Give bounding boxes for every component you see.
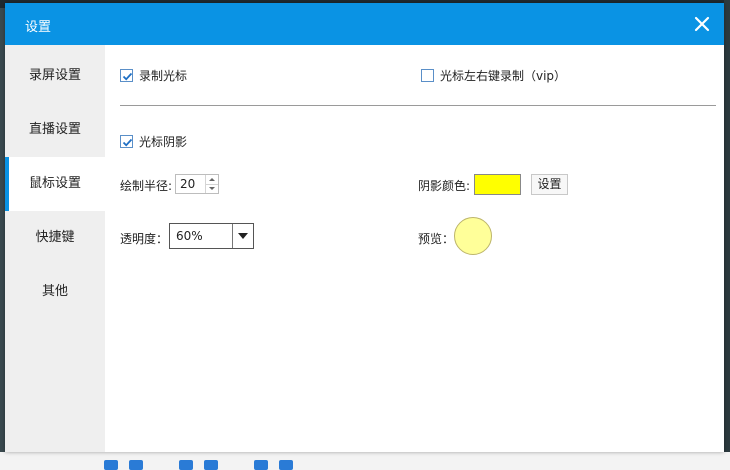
background-app-strip-right xyxy=(724,0,730,470)
mouse-settings-panel: 录制光标 光标左右键录制（vip） 光标阴影 绘制半径: 20 阴影颜色: 设置… xyxy=(105,45,724,452)
background-fragment xyxy=(179,460,193,470)
sidebar-item-label: 录屏设置 xyxy=(28,68,81,83)
radius-spinner[interactable]: 20 xyxy=(175,174,219,194)
checkbox-box[interactable] xyxy=(421,69,434,82)
divider xyxy=(120,105,716,106)
sidebar-item-record-settings[interactable]: 录屏设置 xyxy=(5,49,105,103)
record-clicks-checkbox[interactable]: 光标左右键录制（vip） xyxy=(421,67,566,84)
sidebar-item-shortcuts[interactable]: 快捷键 xyxy=(5,211,105,265)
preview-label: 预览： xyxy=(418,232,455,246)
radius-value[interactable]: 20 xyxy=(180,177,195,191)
record-clicks-label: 光标左右键录制（vip） xyxy=(440,69,567,83)
close-button[interactable] xyxy=(690,12,714,36)
sidebar-item-label: 直播设置 xyxy=(28,122,81,137)
sidebar-item-live-settings[interactable]: 直播设置 xyxy=(5,103,105,157)
background-fragment xyxy=(254,460,268,470)
shadow-color-label: 阴影颜色: xyxy=(418,179,471,193)
sidebar-item-mouse-settings[interactable]: 鼠标设置 xyxy=(5,157,105,211)
spinner-buttons xyxy=(205,175,218,193)
sidebar-item-label: 快捷键 xyxy=(35,230,75,245)
checkbox-box[interactable] xyxy=(120,135,133,148)
sidebar-item-other[interactable]: 其他 xyxy=(5,265,105,319)
background-fragment xyxy=(279,460,293,470)
settings-dialog: 设置 录屏设置 直播设置 鼠标设置 快捷键 其他 录制光标 光标左右键录制（vi… xyxy=(5,3,724,452)
dropdown-arrow-icon[interactable] xyxy=(232,224,253,248)
background-fragment xyxy=(204,460,218,470)
window-title: 设置 xyxy=(25,20,52,35)
set-color-button[interactable]: 设置 xyxy=(531,174,568,195)
checkbox-box[interactable] xyxy=(120,69,133,82)
close-icon xyxy=(694,16,710,32)
title-bar: 设置 xyxy=(5,3,724,45)
opacity-select[interactable]: 60% xyxy=(169,223,254,249)
sidebar: 录屏设置 直播设置 鼠标设置 快捷键 其他 xyxy=(5,45,105,452)
sidebar-item-label: 鼠标设置 xyxy=(28,176,81,191)
sidebar-item-label: 其他 xyxy=(41,284,68,299)
shadow-color-swatch[interactable] xyxy=(474,174,521,195)
cursor-shadow-label: 光标阴影 xyxy=(139,135,188,149)
record-cursor-checkbox[interactable]: 录制光标 xyxy=(120,67,187,84)
background-fragment xyxy=(129,460,143,470)
preview-circle xyxy=(454,217,492,255)
check-icon xyxy=(122,72,133,81)
check-icon xyxy=(122,138,133,147)
cursor-shadow-checkbox[interactable]: 光标阴影 xyxy=(120,133,187,150)
background-fragment xyxy=(104,460,118,470)
opacity-label: 透明度： xyxy=(120,232,169,246)
spin-down-button[interactable] xyxy=(206,184,218,193)
record-cursor-label: 录制光标 xyxy=(139,69,188,83)
opacity-value: 60% xyxy=(176,229,203,243)
radius-label: 绘制半径: xyxy=(120,179,173,193)
